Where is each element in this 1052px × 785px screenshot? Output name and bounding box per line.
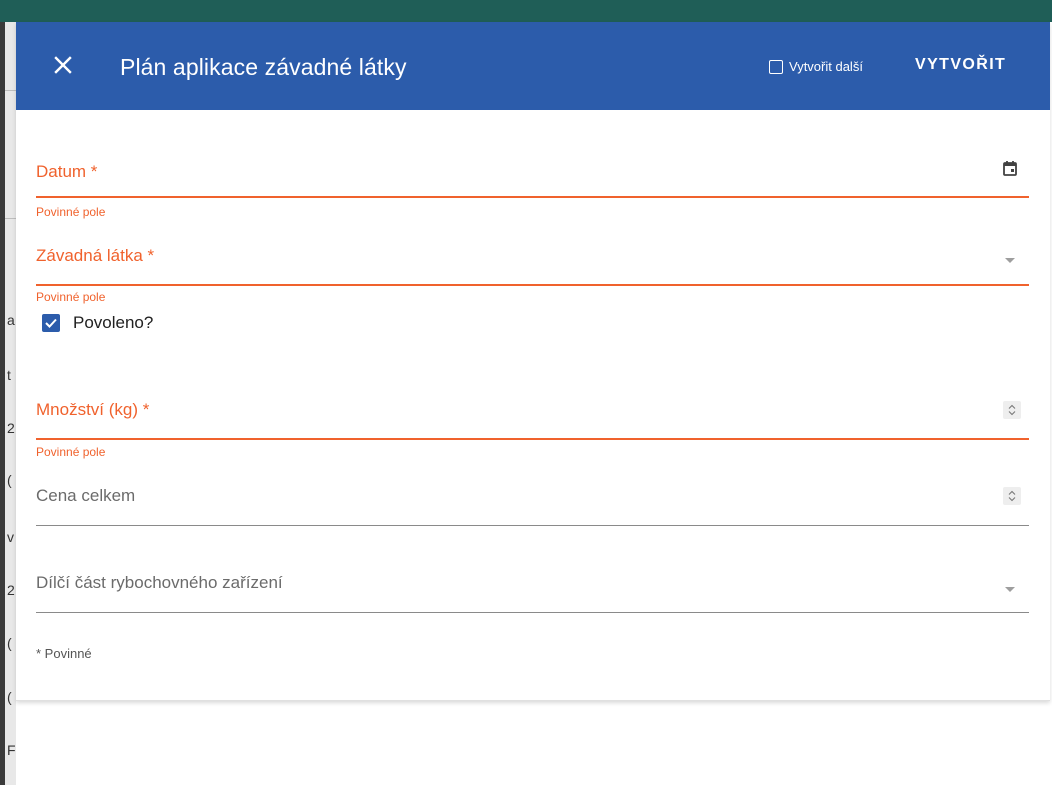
chevron-down-icon[interactable] — [1005, 258, 1015, 263]
date-field[interactable]: Datum * — [36, 150, 1029, 198]
quantity-input-underline — [36, 438, 1029, 440]
check-icon — [45, 318, 57, 328]
allowed-checkbox[interactable] — [42, 314, 60, 332]
background-text: 2 — [7, 582, 15, 598]
background-text: ( — [7, 472, 12, 488]
calendar-icon[interactable] — [1001, 159, 1019, 177]
total-price-input[interactable]: Cena celkem — [36, 474, 1029, 526]
facility-part-select-underline — [36, 612, 1029, 613]
background-text: 2 — [7, 420, 15, 436]
substance-select[interactable]: Závadná látka * — [36, 236, 1029, 286]
background-text: ( — [7, 635, 12, 651]
stepper-arrows-icon — [1008, 404, 1016, 416]
close-icon — [54, 56, 72, 74]
date-field-label: Datum * — [36, 162, 98, 181]
total-price-input-underline — [36, 525, 1029, 526]
background-text: a — [7, 312, 15, 328]
background-divider — [5, 90, 16, 91]
create-another-toggle[interactable]: Vytvořit další — [769, 59, 863, 74]
close-button[interactable] — [50, 52, 76, 78]
allowed-checkbox-row[interactable]: Povoleno? — [42, 313, 153, 333]
background-text: ( — [7, 689, 12, 705]
stepper-arrows-icon — [1008, 490, 1016, 502]
facility-part-select[interactable]: Dílčí část rybochovného zařízení — [36, 563, 1029, 615]
quantity-input-helper: Povinné pole — [36, 445, 106, 459]
substance-select-label: Závadná látka * — [36, 246, 155, 265]
create-another-checkbox[interactable] — [769, 59, 783, 74]
background-text: t — [7, 367, 11, 383]
create-another-label: Vytvořit další — [789, 59, 863, 74]
dialog-header: Plán aplikace závadné látky Vytvořit dal… — [16, 22, 1050, 110]
dialog-title: Plán aplikace závadné látky — [120, 54, 407, 80]
total-price-input-label: Cena celkem — [36, 486, 136, 505]
create-dialog: Plán aplikace závadné látky Vytvořit dal… — [16, 22, 1050, 701]
spinner-icon[interactable] — [1003, 401, 1021, 419]
date-field-helper: Povinné pole — [36, 205, 106, 219]
substance-select-helper: Povinné pole — [36, 290, 106, 304]
background-app-panel: a t 2 ( v 2 ( ( F — [0, 22, 16, 785]
quantity-input[interactable]: Množství (kg) * — [36, 388, 1029, 440]
date-field-underline — [36, 196, 1029, 198]
required-note: * Povinné — [36, 646, 92, 661]
create-button[interactable]: VYTVOŘIT — [915, 56, 1006, 74]
background-scrollbar[interactable] — [0, 22, 5, 785]
substance-select-underline — [36, 284, 1029, 286]
allowed-checkbox-label: Povoleno? — [73, 313, 154, 332]
facility-part-select-label: Dílčí část rybochovného zařízení — [36, 573, 283, 592]
chevron-down-icon[interactable] — [1005, 587, 1015, 592]
background-divider — [5, 218, 16, 219]
spinner-icon[interactable] — [1003, 487, 1021, 505]
background-text: F — [7, 742, 16, 758]
quantity-input-label: Množství (kg) * — [36, 400, 150, 419]
background-text: v — [7, 529, 14, 545]
background-app-topbar — [0, 0, 1052, 22]
